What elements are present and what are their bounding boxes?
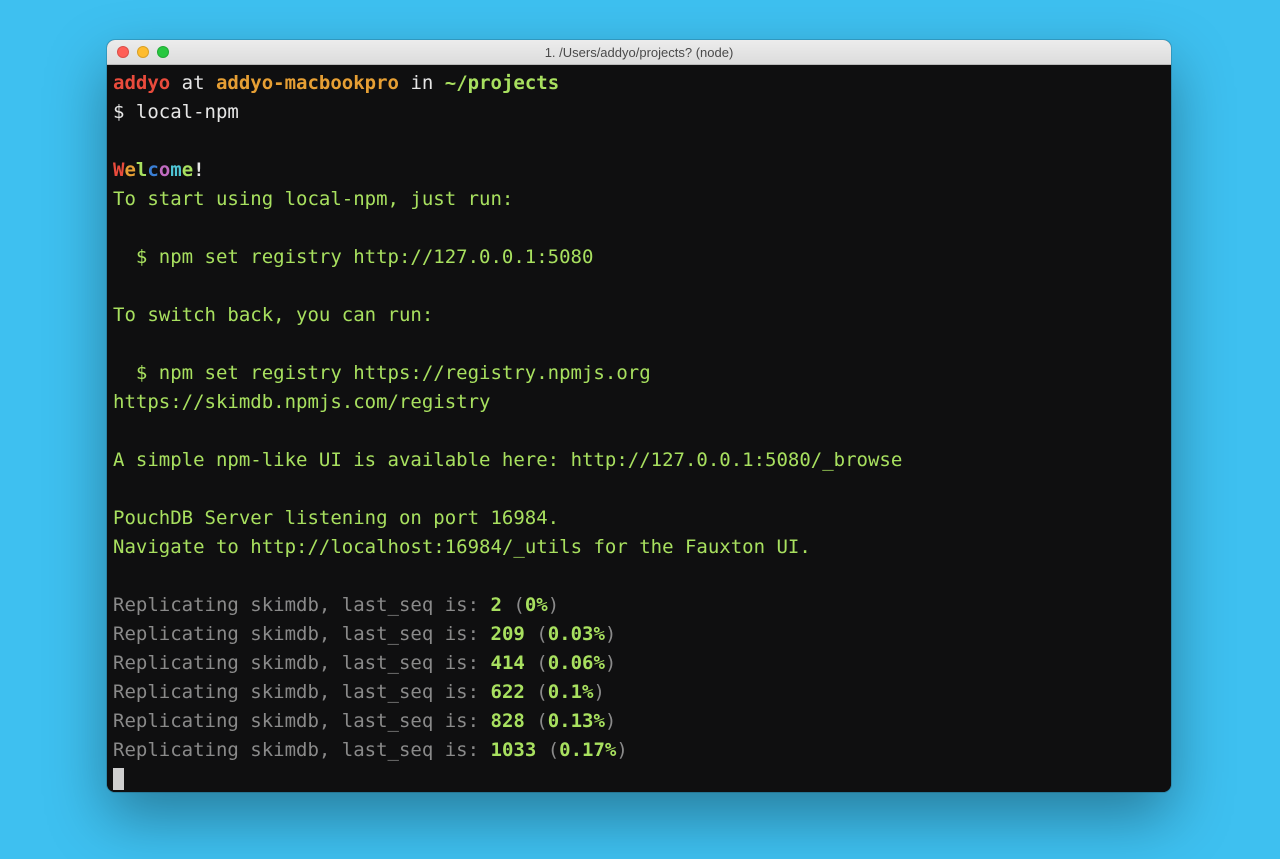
prompt-at: at <box>170 72 216 94</box>
welcome-letter: e <box>182 159 193 181</box>
replication-pct: 0% <box>525 594 548 616</box>
replication-pct: 0.17% <box>559 739 616 761</box>
window-title: 1. /Users/addyo/projects? (node) <box>107 45 1171 60</box>
replication-prefix: Replicating skimdb, last_seq is: <box>113 681 491 703</box>
zoom-icon[interactable] <box>157 46 169 58</box>
replication-pct: 0.13% <box>548 710 605 732</box>
welcome-letter: l <box>136 159 147 181</box>
line-nav: Navigate to http://localhost:16984/_util… <box>113 536 811 558</box>
prompt-host: addyo-macbookpro <box>216 72 399 94</box>
prompt-symbol: $ <box>113 101 136 123</box>
replication-seq: 2 <box>491 594 502 616</box>
command-line: $ local-npm <box>113 101 239 123</box>
welcome-letter: ! <box>193 159 204 181</box>
replication-seq: 622 <box>491 681 525 703</box>
replication-pct: 0.03% <box>548 623 605 645</box>
line-pouch: PouchDB Server listening on port 16984. <box>113 507 559 529</box>
cursor-icon <box>113 768 124 790</box>
replication-seq: 209 <box>491 623 525 645</box>
welcome-letter: m <box>170 159 181 181</box>
welcome-letter: W <box>113 159 124 181</box>
welcome-word: Welcome! <box>113 159 205 181</box>
line-skim: https://skimdb.npmjs.com/registry <box>113 391 491 413</box>
replication-prefix: Replicating skimdb, last_seq is: <box>113 652 491 674</box>
line-cmd2: $ npm set registry https://registry.npmj… <box>113 362 651 384</box>
replication-prefix: Replicating skimdb, last_seq is: <box>113 710 491 732</box>
prompt-in: in <box>399 72 445 94</box>
command-text: local-npm <box>136 101 239 123</box>
replication-pct: 0.1% <box>548 681 594 703</box>
replication-seq: 828 <box>491 710 525 732</box>
welcome-letter: e <box>124 159 135 181</box>
line-switch: To switch back, you can run: <box>113 304 433 326</box>
terminal-window: 1. /Users/addyo/projects? (node) addyo a… <box>107 40 1171 792</box>
replication-seq: 1033 <box>491 739 537 761</box>
prompt-path: ~/projects <box>445 72 559 94</box>
welcome-letter: c <box>147 159 158 181</box>
minimize-icon[interactable] <box>137 46 149 58</box>
line-cmd1: $ npm set registry http://127.0.0.1:5080 <box>113 246 593 268</box>
welcome-letter: o <box>159 159 170 181</box>
line-start: To start using local-npm, just run: <box>113 188 513 210</box>
close-icon[interactable] <box>117 46 129 58</box>
replication-lines: Replicating skimdb, last_seq is: 2 (0%) … <box>113 594 628 761</box>
replication-pct: 0.06% <box>548 652 605 674</box>
prompt-user: addyo <box>113 72 170 94</box>
line-uiurl: A simple npm-like UI is available here: … <box>113 449 902 471</box>
titlebar[interactable]: 1. /Users/addyo/projects? (node) <box>107 40 1171 65</box>
terminal-viewport[interactable]: addyo at addyo-macbookpro in ~/projects … <box>107 65 1171 792</box>
prompt-line: addyo at addyo-macbookpro in ~/projects <box>113 72 559 94</box>
replication-prefix: Replicating skimdb, last_seq is: <box>113 623 491 645</box>
replication-prefix: Replicating skimdb, last_seq is: <box>113 739 491 761</box>
replication-prefix: Replicating skimdb, last_seq is: <box>113 594 491 616</box>
replication-seq: 414 <box>491 652 525 674</box>
